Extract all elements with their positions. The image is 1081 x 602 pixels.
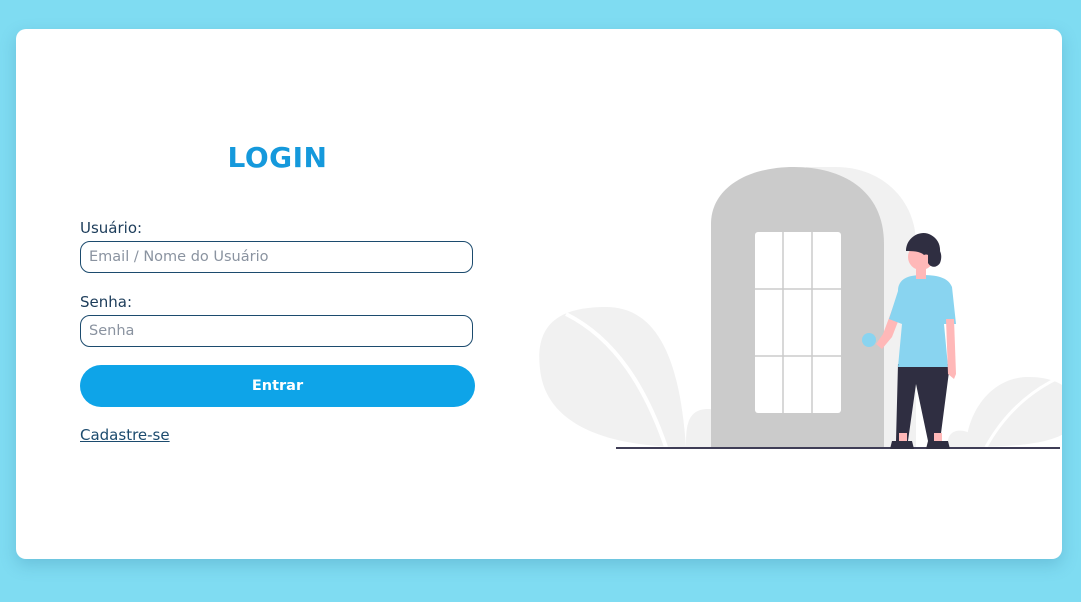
login-card: LOGIN Usuário: Senha: Entrar Cadastre-se [16, 29, 1062, 559]
register-link[interactable]: Cadastre-se [80, 426, 170, 444]
door-icon [711, 167, 884, 447]
password-input[interactable] [80, 315, 473, 347]
leaf-right-icon [947, 376, 1062, 448]
page-title: LOGIN [227, 141, 328, 174]
password-label: Senha: [80, 293, 133, 311]
person-at-door-illustration [539, 167, 1062, 449]
login-button[interactable]: Entrar [80, 365, 475, 407]
leaf-left-icon [539, 307, 728, 448]
username-label: Usuário: [80, 219, 143, 237]
username-input[interactable] [80, 241, 473, 273]
